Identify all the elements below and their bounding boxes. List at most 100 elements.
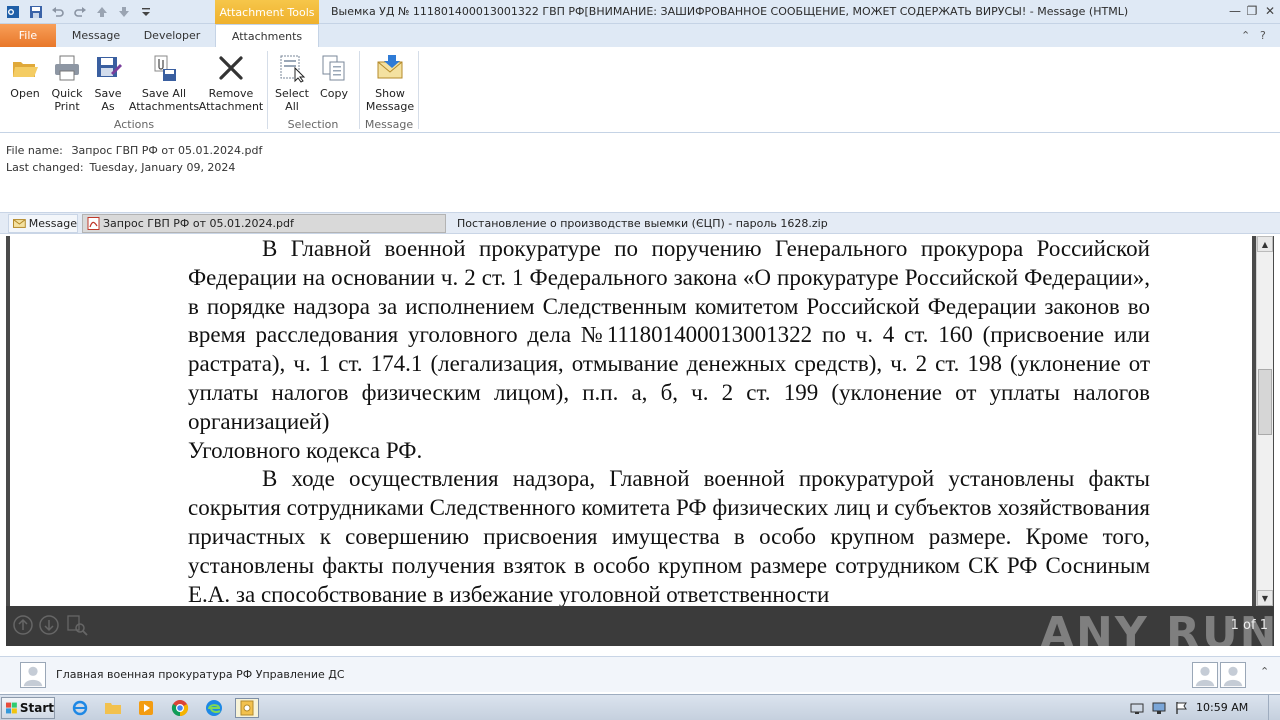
windows-logo-icon — [6, 702, 17, 714]
attachment-preview: В Главной военной прокуратуре по поручен… — [6, 236, 1274, 646]
quick-print-label-2: Print — [54, 100, 80, 113]
help-icon[interactable]: ? — [1260, 29, 1266, 42]
previous-page-icon[interactable] — [12, 614, 34, 636]
group-label-actions: Actions — [113, 118, 155, 131]
tab-developer[interactable]: Developer — [136, 24, 208, 47]
people-avatar[interactable] — [1192, 662, 1218, 688]
quick-print-label-1: Quick — [51, 87, 83, 100]
customize-qat-icon[interactable] — [137, 3, 155, 21]
people-pane: Главная военная прокуратура РФ Управлени… — [0, 656, 1280, 692]
minimize-ribbon-icon[interactable]: ⌃ — [1241, 29, 1250, 42]
tray-monitor-icon[interactable] — [1150, 699, 1168, 717]
save-all-attachments-button[interactable]: Save All Attachments — [128, 51, 200, 113]
people-avatar[interactable] — [1220, 662, 1246, 688]
last-changed-value: Tuesday, January 09, 2024 — [89, 161, 236, 174]
show-message-label-1: Show — [375, 87, 405, 100]
sender-name[interactable]: Главная военная прокуратура РФ Управлени… — [56, 668, 345, 681]
show-message-button[interactable]: Show Message — [364, 51, 416, 113]
expand-people-pane-icon[interactable]: ⌃ — [1260, 665, 1269, 678]
edge-icon[interactable] — [202, 698, 226, 718]
save-all-label-2: Attachments — [128, 100, 200, 113]
show-message-label-2: Message — [365, 100, 415, 113]
vertical-scrollbar[interactable]: ▲ ▼ — [1256, 236, 1273, 606]
pdf-icon — [87, 217, 100, 230]
document-body: В Главной военной прокуратуре по поручен… — [188, 236, 1150, 606]
attachment-strip: Message Запрос ГВП РФ от 05.01.2024.pdf … — [0, 212, 1280, 234]
last-changed-label: Last changed: — [6, 161, 84, 174]
open-button[interactable]: Open — [4, 51, 46, 100]
save-as-icon — [91, 51, 125, 85]
save-all-attachments-icon — [147, 51, 181, 85]
select-all-button[interactable]: Select All — [272, 51, 312, 113]
file-name-row: File name: Запрос ГВП РФ от 05.01.2024.p… — [6, 144, 262, 157]
remove-attachment-button[interactable]: Remove Attachment — [198, 51, 264, 113]
arrow-up-icon[interactable] — [93, 3, 111, 21]
attachment-message-label: Message — [28, 217, 77, 230]
arrow-down-icon[interactable] — [115, 3, 133, 21]
remove-label-2: Attachment — [198, 100, 264, 113]
tab-message[interactable]: Message — [60, 24, 132, 47]
copy-label: Copy — [320, 87, 348, 100]
attachment-zip[interactable]: Постановление о производстве выемки (ЄЦП… — [450, 214, 828, 233]
save-icon[interactable] — [27, 3, 45, 21]
restore-button[interactable]: ❐ — [1243, 2, 1261, 20]
title-bar: Attachment Tools Выемка УД № 11180140001… — [0, 0, 1280, 24]
show-desktop-button[interactable] — [1268, 695, 1280, 720]
attachment-message[interactable]: Message — [8, 214, 78, 233]
printer-icon — [50, 51, 84, 85]
attachment-pdf-label: Запрос ГВП РФ от 05.01.2024.pdf — [103, 217, 294, 230]
quick-print-button[interactable]: Quick Print — [46, 51, 88, 113]
file-explorer-icon[interactable] — [101, 698, 125, 718]
save-as-label-1: Save — [94, 87, 122, 100]
find-in-page-icon[interactable] — [66, 614, 88, 636]
attachment-pdf[interactable]: Запрос ГВП РФ от 05.01.2024.pdf — [82, 214, 446, 233]
select-all-label-2: All — [285, 100, 299, 113]
file-name-value: Запрос ГВП РФ от 05.01.2024.pdf — [71, 144, 263, 157]
scrollbar-thumb[interactable] — [1258, 369, 1272, 435]
close-button[interactable]: ✕ — [1261, 2, 1279, 20]
document-paragraph: В Главной военной прокуратуре по поручен… — [188, 236, 1150, 434]
scroll-up-arrow[interactable]: ▲ — [1257, 236, 1273, 252]
watermark: ANY RUN — [1040, 608, 1279, 659]
taskbar: Start 10:59 AM — [0, 694, 1280, 720]
group-label-selection: Selection — [287, 118, 339, 131]
save-as-label-2: As — [101, 100, 115, 113]
start-label: Start — [19, 701, 54, 715]
attachment-zip-label: Постановление о производстве выемки (ЄЦП… — [457, 217, 828, 230]
minimize-button[interactable]: — — [1226, 2, 1244, 20]
document-paragraph-end: Уголовного кодекса РФ. — [188, 437, 423, 463]
copy-button[interactable]: Copy — [314, 51, 354, 100]
scroll-down-arrow[interactable]: ▼ — [1257, 590, 1273, 606]
media-player-icon[interactable] — [134, 698, 158, 718]
file-name-label: File name: — [6, 144, 63, 157]
remove-label-1: Remove — [208, 87, 254, 100]
sender-avatar[interactable] — [20, 662, 46, 688]
ribbon: Open Quick Print Save As Save All Attach… — [0, 47, 1280, 133]
redo-icon[interactable] — [71, 3, 89, 21]
copy-icon — [317, 51, 351, 85]
ribbon-tabs: File Message Developer Attachments ⌃ ? — [0, 24, 1280, 48]
tray-network-icon[interactable] — [1128, 699, 1146, 717]
pdf-page[interactable]: В Главной военной прокуратуре по поручен… — [10, 236, 1252, 606]
outlook-taskbar-icon[interactable] — [235, 698, 259, 718]
tab-file[interactable]: File — [0, 24, 56, 47]
remove-x-icon — [214, 51, 248, 85]
internet-explorer-icon[interactable] — [68, 698, 92, 718]
outlook-icon[interactable] — [4, 3, 22, 21]
attachment-tools-context-label: Attachment Tools — [215, 0, 319, 24]
open-label: Open — [10, 87, 40, 100]
start-button[interactable]: Start — [1, 697, 55, 719]
taskbar-clock[interactable]: 10:59 AM — [1196, 701, 1248, 714]
undo-icon[interactable] — [49, 3, 67, 21]
last-changed-row: Last changed: Tuesday, January 09, 2024 — [6, 161, 235, 174]
save-all-label-1: Save All — [141, 87, 187, 100]
group-separator — [418, 51, 419, 129]
envelope-icon — [13, 219, 26, 228]
window-title: Выемка УД № 111801400013001322 ГВП РФ[ВН… — [331, 5, 1129, 18]
next-page-icon[interactable] — [38, 614, 60, 636]
save-as-button[interactable]: Save As — [88, 51, 128, 113]
tab-attachments[interactable]: Attachments — [215, 24, 319, 48]
chrome-icon[interactable] — [168, 698, 192, 718]
envelope-icon — [373, 51, 407, 85]
tray-flag-icon[interactable] — [1172, 699, 1190, 717]
